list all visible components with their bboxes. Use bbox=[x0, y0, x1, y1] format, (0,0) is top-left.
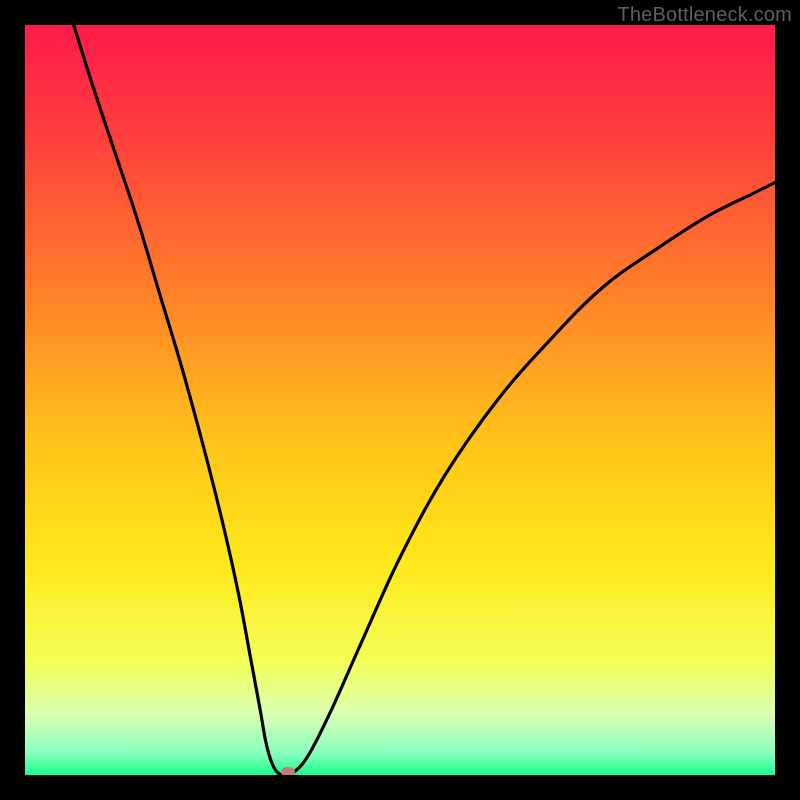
curve-layer bbox=[25, 25, 775, 775]
watermark-text: TheBottleneck.com bbox=[617, 4, 792, 27]
bottleneck-curve bbox=[74, 25, 775, 775]
outer-frame: TheBottleneck.com bbox=[0, 0, 800, 800]
plot-area bbox=[25, 25, 775, 775]
minimum-marker-icon bbox=[281, 767, 295, 775]
